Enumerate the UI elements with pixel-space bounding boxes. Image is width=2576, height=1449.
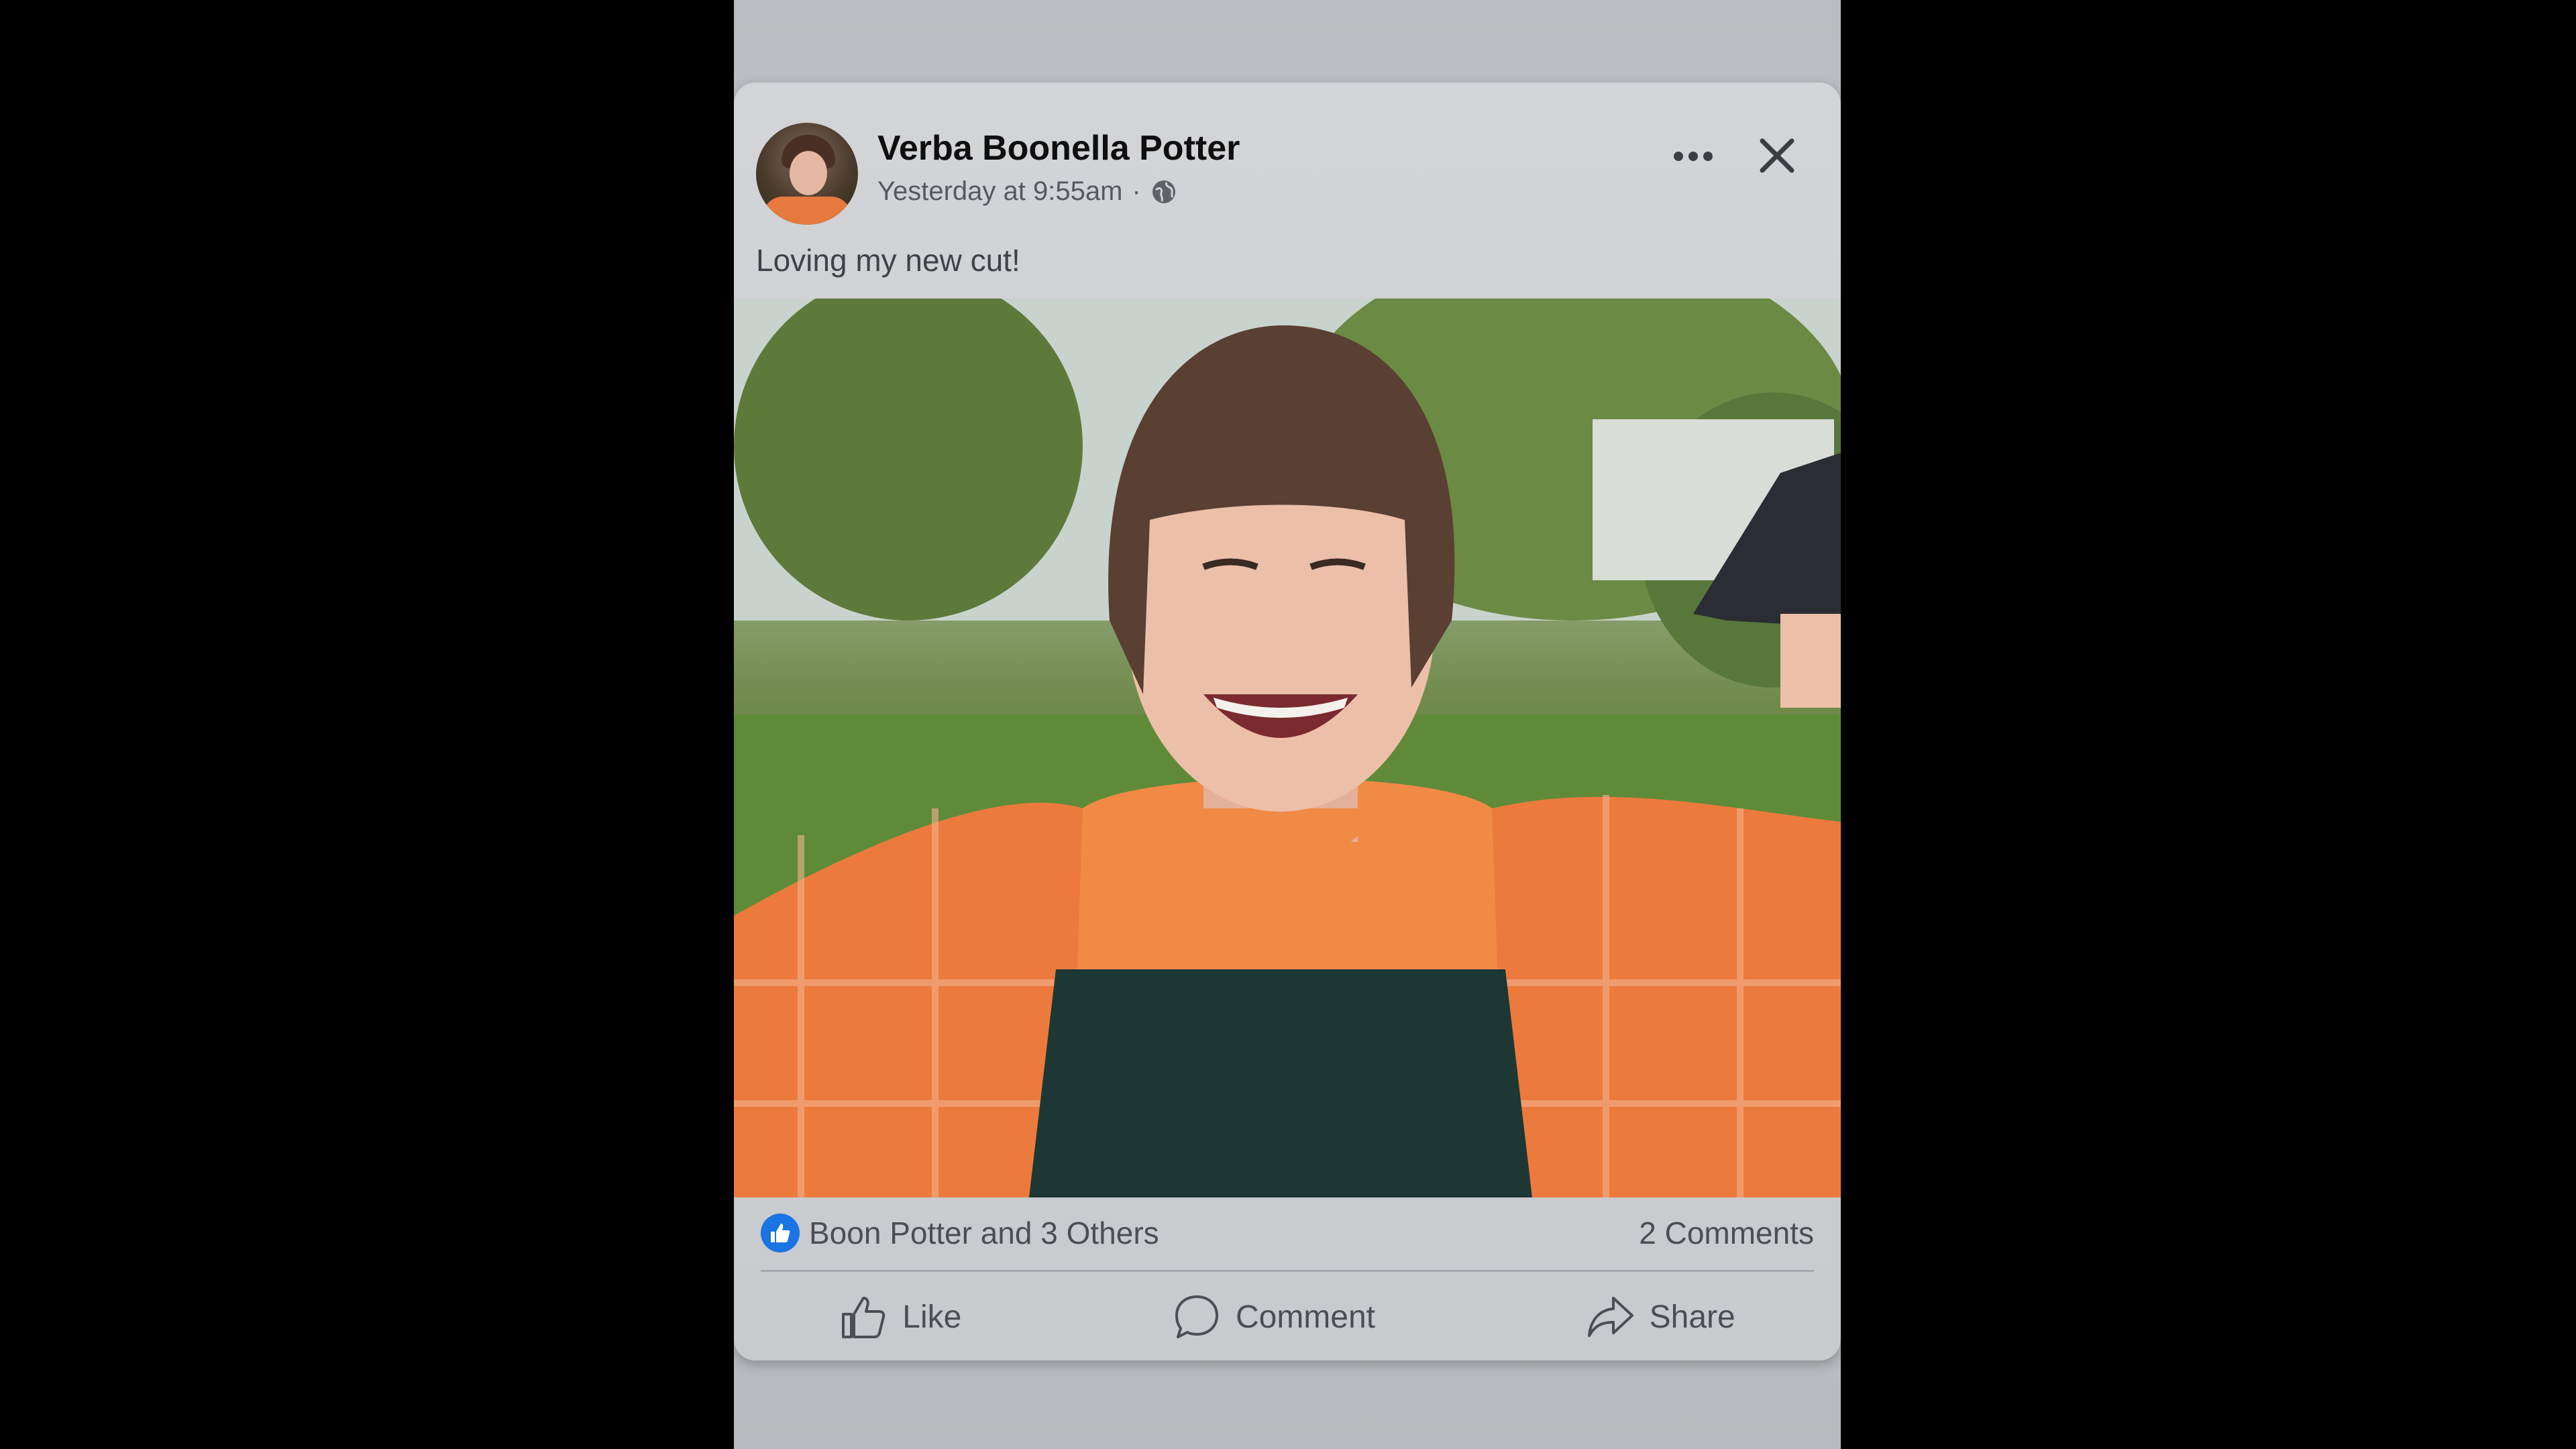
- meta-separator: ·: [1132, 176, 1141, 206]
- actions-divider: [761, 1270, 1814, 1272]
- globe-icon[interactable]: [1150, 178, 1177, 205]
- post-timestamp[interactable]: Yesterday at 9:55am: [877, 176, 1122, 207]
- more-options-icon: [1674, 152, 1713, 161]
- more-options-button[interactable]: [1666, 129, 1720, 183]
- reactions-row: Boon Potter and 3 Others 2 Comments: [761, 1210, 1814, 1256]
- author-avatar[interactable]: [756, 123, 858, 225]
- reactions-summary[interactable]: Boon Potter and 3 Others: [761, 1214, 1159, 1252]
- reactions-text: Boon Potter and 3 Others: [809, 1216, 1159, 1250]
- author-name[interactable]: Verba Boonella Potter: [877, 128, 1240, 168]
- post-meta: Yesterday at 9:55am ·: [877, 176, 1177, 207]
- share-button[interactable]: Share: [1587, 1293, 1735, 1341]
- share-label: Share: [1649, 1299, 1735, 1335]
- post-actions: Like Comment Share: [734, 1283, 1841, 1350]
- avatar-face: [790, 151, 827, 195]
- photo-illustration: [734, 299, 1841, 1197]
- comment-label: Comment: [1235, 1299, 1376, 1335]
- avatar-shirt: [763, 197, 851, 225]
- comment-icon: [1175, 1295, 1218, 1338]
- post-card: Verba Boonella Potter Yesterday at 9:55a…: [734, 83, 1841, 1360]
- like-icon: [842, 1297, 885, 1338]
- comments-count[interactable]: 2 Comments: [1639, 1215, 1814, 1251]
- post-caption: Loving my new cut!: [756, 243, 1020, 278]
- share-icon: [1587, 1297, 1633, 1337]
- close-icon: [1760, 138, 1794, 173]
- comment-button[interactable]: Comment: [1173, 1293, 1375, 1341]
- close-button[interactable]: [1747, 125, 1807, 186]
- like-button[interactable]: Like: [839, 1293, 961, 1341]
- post-photo[interactable]: [734, 299, 1841, 1197]
- like-label: Like: [902, 1299, 962, 1335]
- thumbs-up-icon: [761, 1214, 800, 1252]
